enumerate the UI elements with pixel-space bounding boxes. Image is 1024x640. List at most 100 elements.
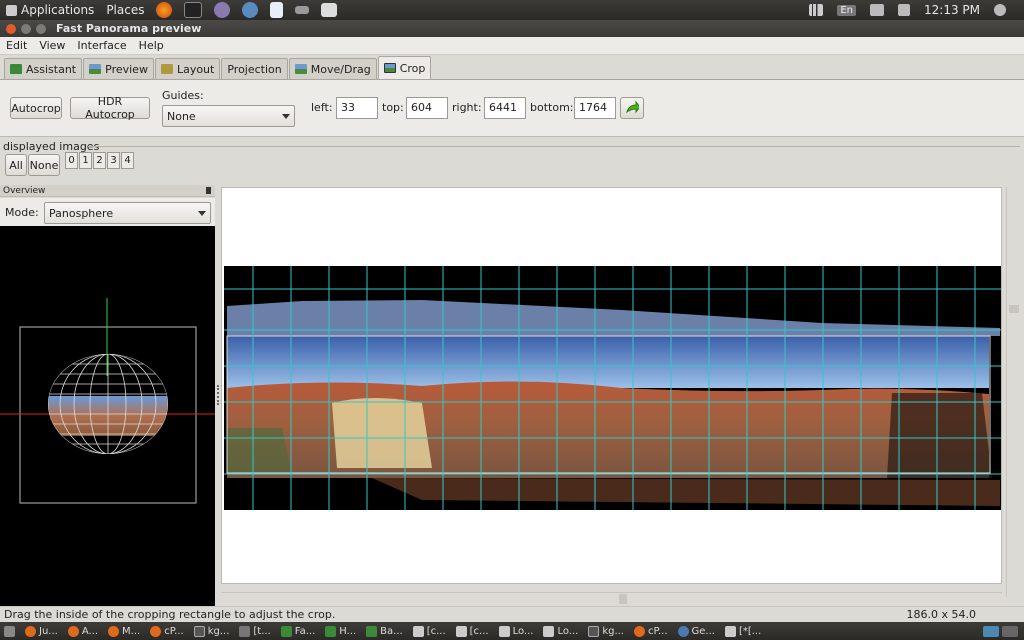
- vertical-scroll-thumb[interactable]: [1009, 305, 1019, 313]
- menu-bar: Edit View Interface Help: [0, 37, 1024, 55]
- hdr-autocrop-button[interactable]: HDR Autocrop: [70, 95, 150, 121]
- taskbar-item[interactable]: [*[...: [721, 623, 765, 639]
- mail-icon[interactable]: [870, 4, 884, 16]
- keyboard-layout[interactable]: En: [837, 4, 856, 16]
- tool-launcher-icon[interactable]: [295, 6, 310, 14]
- tab-move-drag[interactable]: Move/Drag: [288, 58, 377, 79]
- taskbar-item-label: Lo...: [512, 625, 534, 637]
- image-toggle-1[interactable]: 1: [79, 152, 92, 169]
- right-label: right:: [452, 101, 482, 114]
- show-desktop-button[interactable]: [0, 623, 19, 639]
- taskbar-item[interactable]: Ge...: [674, 623, 719, 639]
- applications-label: Applications: [21, 3, 95, 17]
- taskbar-item[interactable]: A...: [64, 623, 102, 639]
- image-toggle-2[interactable]: 2: [93, 152, 106, 169]
- taskbar-item-label: cP...: [648, 625, 668, 637]
- taskbar-item[interactable]: Lo...: [495, 623, 538, 639]
- horizontal-scrollbar[interactable]: [221, 592, 1002, 604]
- tab-preview[interactable]: Preview: [83, 58, 154, 79]
- vertical-scrollbar[interactable]: [1006, 187, 1020, 597]
- document-icon: [412, 625, 424, 637]
- taskbar-item[interactable]: Fa...: [277, 623, 320, 639]
- taskbar-item[interactable]: [c...: [452, 623, 493, 639]
- taskbar-item-label: [*[...: [738, 625, 762, 637]
- firefox-icon: [67, 625, 79, 637]
- volume-icon[interactable]: [898, 4, 910, 16]
- mode-value: Panosphere: [49, 206, 114, 220]
- close-icon[interactable]: [6, 23, 16, 34]
- taskbar-item[interactable]: cP...: [146, 623, 188, 639]
- taskbar-item[interactable]: cP...: [630, 623, 672, 639]
- taskbar-item[interactable]: kg...: [584, 623, 628, 639]
- mode-select[interactable]: Panosphere: [44, 202, 211, 224]
- all-images-button[interactable]: All: [5, 154, 27, 176]
- menu-view[interactable]: View: [33, 39, 71, 52]
- tab-layout[interactable]: Layout: [154, 58, 221, 79]
- taskbar-item[interactable]: Lo...: [539, 623, 582, 639]
- tab-projection[interactable]: Projection: [221, 58, 288, 79]
- tab-move-drag-label: Move/Drag: [310, 62, 371, 76]
- menu-interface[interactable]: Interface: [71, 39, 132, 52]
- overview-canvas[interactable]: [0, 226, 215, 606]
- pin-icon[interactable]: [206, 187, 211, 194]
- autocrop-button[interactable]: Autocrop: [10, 97, 62, 119]
- guides-select[interactable]: None: [162, 105, 295, 127]
- menu-edit[interactable]: Edit: [0, 39, 33, 52]
- power-icon[interactable]: [994, 4, 1006, 16]
- signal-icon[interactable]: [809, 4, 824, 16]
- no-images-button[interactable]: None: [28, 154, 60, 176]
- printer-launcher-icon[interactable]: [321, 3, 338, 17]
- menu-help[interactable]: Help: [133, 39, 170, 52]
- firefox-launcher-icon[interactable]: [156, 2, 173, 18]
- apply-crop-button[interactable]: [620, 97, 644, 119]
- tab-crop[interactable]: Crop: [377, 56, 432, 79]
- taskbar-item[interactable]: H...: [321, 623, 360, 639]
- taskbar-item-label: Lo...: [557, 625, 579, 637]
- horizontal-scroll-thumb[interactable]: [619, 594, 627, 604]
- gimp-launcher-icon[interactable]: [214, 2, 231, 18]
- hugin-icon: [366, 625, 378, 637]
- status-bar: Drag the inside of the cropping rectangl…: [0, 606, 1024, 622]
- terminal-icon: [193, 625, 205, 637]
- network-launcher-icon[interactable]: [242, 2, 259, 18]
- taskbar-item[interactable]: [t...: [235, 623, 274, 639]
- workspace-switcher[interactable]: [979, 623, 1022, 639]
- tab-bar: Assistant Preview Layout Projection Move…: [0, 56, 1024, 79]
- minimize-icon[interactable]: [21, 23, 31, 34]
- taskbar-item[interactable]: [c...: [409, 623, 450, 639]
- guides-value: None: [167, 109, 196, 123]
- taskbar-item[interactable]: Ba...: [362, 623, 407, 639]
- clock[interactable]: 12:13 PM: [924, 3, 980, 17]
- right-field[interactable]: 6441: [484, 97, 526, 119]
- firefox-icon: [108, 625, 120, 637]
- places-menu[interactable]: Places: [100, 0, 150, 20]
- document-launcher-icon[interactable]: [270, 2, 284, 18]
- taskbar-item[interactable]: M...: [104, 623, 144, 639]
- panorama-preview[interactable]: [222, 188, 1002, 584]
- image-toggle-0[interactable]: 0: [65, 152, 78, 169]
- taskbar-item[interactable]: kg...: [190, 623, 234, 639]
- overview-header: Overview: [0, 185, 215, 197]
- taskbar-item[interactable]: Ju...: [21, 623, 62, 639]
- maximize-icon[interactable]: [36, 23, 46, 34]
- applications-menu[interactable]: Applications: [0, 0, 100, 20]
- image-toggle-3[interactable]: 3: [107, 152, 120, 169]
- terminal-launcher-icon[interactable]: [184, 2, 203, 18]
- tab-crop-label: Crop: [399, 61, 426, 75]
- left-field[interactable]: 33: [336, 97, 378, 119]
- taskbar-item-label: Ge...: [691, 625, 715, 637]
- workspace-icon: [983, 625, 999, 637]
- image-toggle-4[interactable]: 4: [121, 152, 134, 169]
- crop-toolbar: Autocrop HDR Autocrop Guides: None left:…: [0, 79, 1024, 137]
- top-field[interactable]: 604: [406, 97, 448, 119]
- tab-assistant[interactable]: Assistant: [4, 58, 83, 79]
- bottom-field[interactable]: 1764: [574, 97, 616, 119]
- taskbar-item-label: kg...: [207, 625, 230, 637]
- firefox-icon: [25, 625, 36, 637]
- layout-icon: [160, 64, 173, 74]
- wand-icon: [10, 64, 22, 74]
- crop-preview-canvas[interactable]: [221, 187, 1002, 584]
- panosphere-view[interactable]: [0, 226, 215, 606]
- window-titlebar[interactable]: Fast Panorama preview: [0, 20, 1024, 37]
- tab-preview-label: Preview: [105, 62, 148, 76]
